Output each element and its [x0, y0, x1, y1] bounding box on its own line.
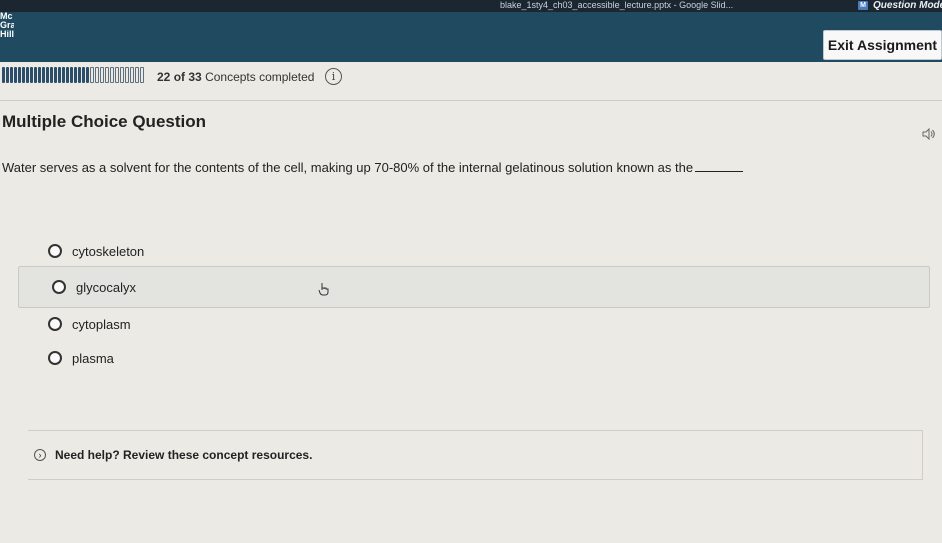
progress-segment [105, 67, 109, 83]
radio-button[interactable] [48, 317, 62, 331]
help-label: Need help? Review these concept resource… [55, 448, 313, 462]
app-header: Mc Graw Hill Exit Assignment [0, 12, 942, 62]
hand-cursor-icon [318, 282, 330, 299]
option-label: glycocalyx [76, 279, 136, 295]
system-bar: blake_1sty4_ch03_accessible_lecture.pptx… [0, 0, 942, 12]
progress-segment [42, 67, 45, 83]
radio-button[interactable] [48, 351, 62, 365]
progress-segment [140, 67, 144, 83]
progress-segment [10, 67, 13, 83]
radio-button[interactable] [48, 244, 62, 258]
progress-row: 22 of 33 Concepts completed i [0, 64, 942, 90]
system-file-title: blake_1sty4_ch03_accessible_lecture.pptx… [500, 0, 734, 10]
option-plasma[interactable]: plasma [48, 347, 114, 369]
speaker-icon[interactable] [922, 127, 936, 143]
progress-label: Concepts completed [205, 70, 315, 84]
progress-segment [78, 67, 81, 83]
option-cytoskeleton[interactable]: cytoskeleton [48, 240, 144, 262]
divider [0, 100, 942, 101]
progress-segment [100, 67, 104, 83]
question-text: Water serves as a solvent for the conten… [2, 160, 744, 175]
progress-count: 22 [157, 70, 171, 84]
progress-segment [90, 67, 94, 83]
exit-assignment-button[interactable]: Exit Assignment [823, 30, 942, 60]
info-icon[interactable]: i [325, 68, 342, 85]
progress-bar [2, 67, 144, 83]
progress-segment [110, 67, 114, 83]
progress-segment [14, 67, 17, 83]
progress-segment [34, 67, 37, 83]
progress-segment [130, 67, 134, 83]
progress-segment [22, 67, 25, 83]
brand-logo: Mc Graw Hill [0, 12, 14, 39]
progress-segment [46, 67, 49, 83]
option-cytoplasm[interactable]: cytoplasm [48, 313, 131, 335]
progress-segment [66, 67, 69, 83]
progress-segment [95, 67, 99, 83]
answer-blank [695, 161, 744, 172]
progress-segment [26, 67, 29, 83]
chevron-right-icon: › [34, 449, 46, 461]
option-glycocalyx[interactable]: glycocalyx [18, 266, 930, 308]
progress-segment [18, 67, 21, 83]
progress-segment [38, 67, 41, 83]
mode-badge: M [858, 1, 868, 10]
progress-text: 22 of 33 Concepts completed [157, 70, 314, 84]
progress-segment [62, 67, 65, 83]
progress-segment [125, 67, 129, 83]
progress-segment [120, 67, 124, 83]
progress-segment [2, 67, 5, 83]
option-label: plasma [72, 350, 114, 366]
progress-segment [58, 67, 61, 83]
option-label: cytoplasm [72, 316, 131, 332]
question-prompt: Water serves as a solvent for the conten… [2, 160, 694, 175]
progress-segment [86, 67, 89, 83]
progress-segment [54, 67, 57, 83]
progress-segment [70, 67, 73, 83]
progress-segment [6, 67, 9, 83]
radio-button[interactable] [52, 280, 66, 294]
progress-segment [50, 67, 53, 83]
progress-segment [135, 67, 139, 83]
help-resources-toggle[interactable]: › Need help? Review these concept resour… [28, 430, 923, 480]
progress-segment [30, 67, 33, 83]
progress-segment [74, 67, 77, 83]
question-heading: Multiple Choice Question [2, 112, 207, 131]
progress-segment [115, 67, 119, 83]
mode-label: Question Mode [873, 0, 942, 11]
progress-total: of 33 [173, 70, 202, 84]
progress-segment [82, 67, 85, 83]
option-label: cytoskeleton [72, 243, 145, 259]
